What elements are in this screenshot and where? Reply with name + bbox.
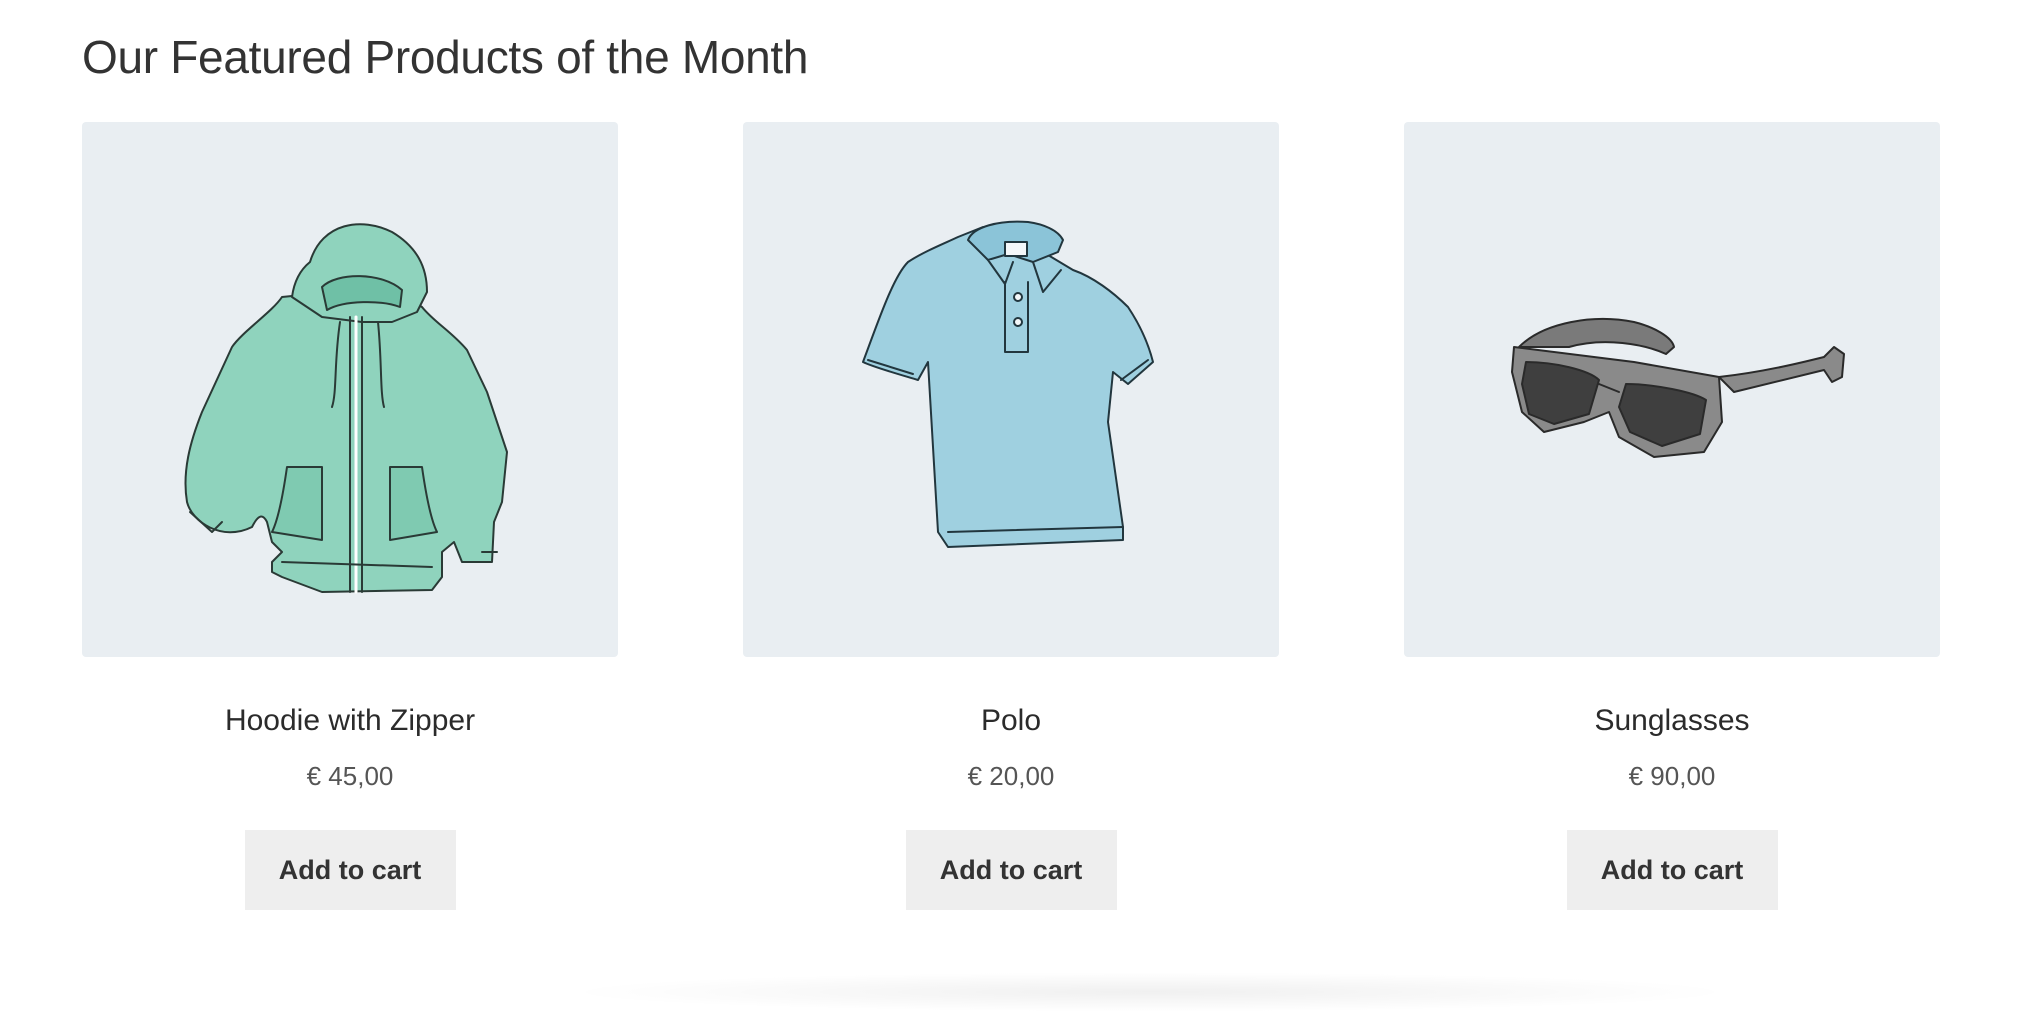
add-to-cart-button[interactable]: Add to cart	[1566, 830, 1778, 911]
product-image-link[interactable]	[1404, 122, 1940, 657]
product-name[interactable]: Sunglasses	[1404, 703, 1940, 739]
footer-shadow	[560, 972, 1740, 1012]
polo-shirt-icon	[862, 220, 1154, 548]
section-title: Our Featured Products of the Month	[82, 31, 809, 83]
product-price: € 20,00	[967, 761, 1055, 791]
product-card-polo: Polo € 20,00 Add to cart	[743, 122, 1279, 911]
add-to-cart-button[interactable]: Add to cart	[244, 830, 456, 911]
product-price: € 45,00	[306, 761, 394, 791]
product-image-link[interactable]	[743, 122, 1279, 657]
sunglasses-icon	[1511, 318, 1845, 458]
product-grid: Hoodie with Zipper € 45,00 Add to cart P…	[82, 122, 1940, 922]
product-name[interactable]: Hoodie with Zipper	[82, 703, 618, 739]
product-card-hoodie: Hoodie with Zipper € 45,00 Add to cart	[82, 122, 618, 911]
product-name[interactable]: Polo	[743, 703, 1279, 739]
page: Our Featured Products of the Month Hoodi…	[0, 0, 2042, 1012]
product-card-sunglasses: Sunglasses € 90,00 Add to cart	[1404, 122, 1940, 911]
hoodie-icon	[184, 223, 508, 594]
add-to-cart-button[interactable]: Add to cart	[905, 830, 1117, 911]
product-price: € 90,00	[1628, 761, 1716, 791]
product-image-link[interactable]	[82, 122, 618, 657]
